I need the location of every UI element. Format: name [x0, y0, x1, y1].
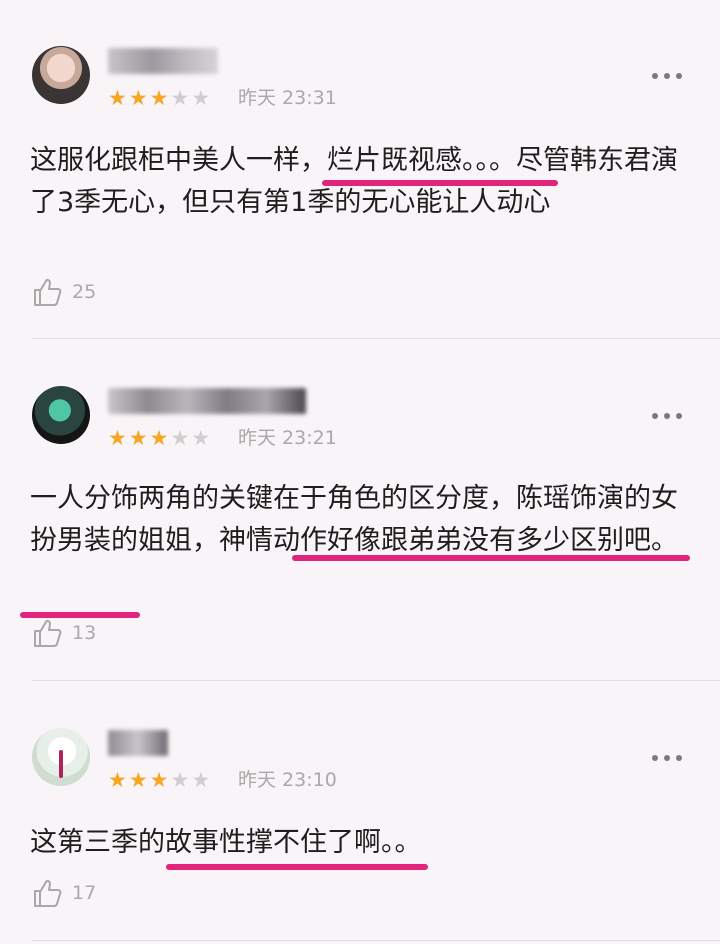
star-icon: ★	[108, 86, 129, 110]
comment-date: 昨天 23:21	[238, 427, 337, 449]
star-icon: ★	[191, 86, 213, 110]
comment-date: 昨天 23:31	[238, 87, 337, 109]
star-icon: ★	[108, 426, 129, 450]
star-icon: ★	[191, 768, 213, 792]
thumbs-up-icon	[34, 278, 62, 306]
thumbs-up-icon	[34, 879, 62, 907]
avatar-icon[interactable]	[32, 386, 90, 444]
highlight-underline	[292, 555, 690, 561]
star-icon: ★	[128, 426, 150, 450]
star-icon: ★	[149, 426, 171, 450]
comment-text: 这第三季的故事性撑不住了啊。。	[30, 827, 422, 858]
divider	[32, 338, 720, 339]
star-icon: ★	[191, 426, 213, 450]
like-count: 17	[72, 882, 97, 904]
more-dots-icon[interactable]	[650, 752, 684, 764]
star-icon: ★	[149, 86, 171, 110]
star-icon: ★	[170, 768, 192, 792]
avatar-icon[interactable]	[32, 728, 90, 786]
username-blurred[interactable]	[108, 730, 168, 756]
divider	[32, 680, 720, 681]
comment-text: 一人分饰两角的关键在于角色的区分度，陈瑶饰演的女扮男装的姐姐，神情动作好像跟弟弟…	[30, 483, 678, 556]
avatar-figure	[59, 750, 63, 778]
highlight-underline	[322, 180, 558, 186]
rating-stars: ★★★★★	[108, 86, 212, 110]
rating-stars: ★★★★★	[108, 768, 212, 792]
thumbs-up-icon	[34, 619, 62, 647]
star-icon: ★	[170, 86, 192, 110]
rating-stars: ★★★★★	[108, 426, 212, 450]
comment-feed: ★★★★★ 昨天 23:31 这服化跟柜中美人一样，烂片既视感。。。尽管韩东君演…	[0, 0, 720, 944]
highlight-underline	[166, 864, 428, 870]
username-blurred[interactable]	[108, 388, 306, 414]
more-dots-icon[interactable]	[650, 70, 684, 82]
like-count: 13	[72, 622, 97, 644]
star-icon: ★	[128, 768, 150, 792]
like-count: 25	[72, 281, 97, 303]
divider	[32, 940, 720, 941]
avatar-icon[interactable]	[32, 46, 90, 104]
star-icon: ★	[149, 768, 171, 792]
star-icon: ★	[108, 768, 129, 792]
username-blurred[interactable]	[108, 48, 218, 74]
comment-date: 昨天 23:10	[238, 769, 337, 791]
star-icon: ★	[170, 426, 192, 450]
more-dots-icon[interactable]	[650, 410, 684, 422]
star-icon: ★	[128, 86, 150, 110]
